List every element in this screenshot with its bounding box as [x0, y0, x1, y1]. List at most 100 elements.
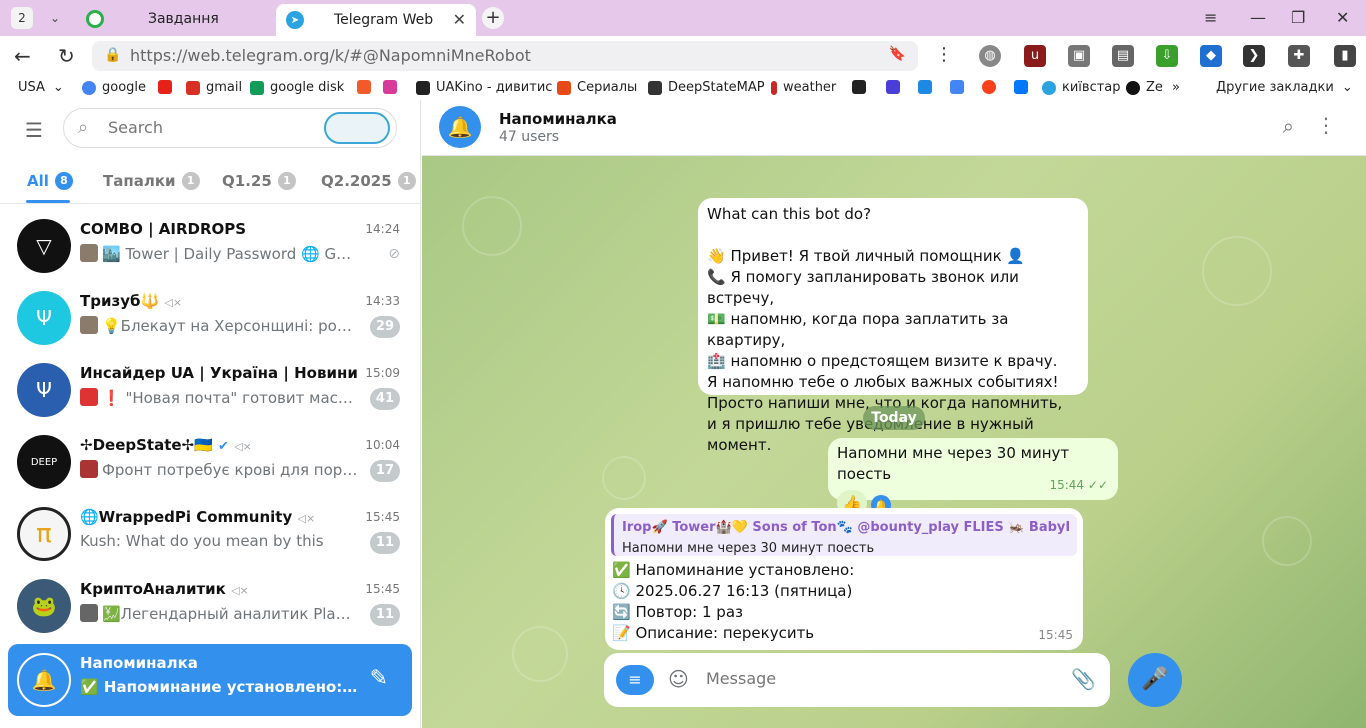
background-doodle	[1262, 516, 1312, 566]
chat-item-tryzub[interactable]: Ψ Тризуб🔱 ◁× 14:33 💡Блекаут на Херсонщин…	[8, 282, 412, 354]
bookmark-icon[interactable]: 🔖	[889, 46, 906, 62]
bell-avatar-icon[interactable]: 🔔	[439, 106, 481, 148]
tab-count-button[interactable]: 2	[11, 7, 33, 29]
url-text[interactable]: https://web.telegram.org/k/#@NapomniMneR…	[130, 46, 531, 65]
close-tab-icon[interactable]: ✕	[453, 10, 466, 29]
chat-item-combo[interactable]: ▽ COMBO | AIRDROPS 14:24 🏙️ Tower | Dail…	[8, 210, 412, 282]
deepstate-avatar-icon: DEEP	[17, 435, 71, 489]
chat-time: 14:33	[365, 294, 400, 308]
ublock-extension-icon[interactable]: u	[1024, 45, 1046, 67]
chat-header-title[interactable]: Напоминалка	[499, 110, 617, 128]
microphone-button[interactable]: 🎤	[1128, 653, 1182, 707]
chat-preview: Фронт потребує крові для порят…	[80, 460, 360, 479]
folder-label: Q1.25	[222, 172, 272, 190]
outgoing-message[interactable]: Напомни мне через 30 минут поесть 👍 🔔 15:…	[828, 438, 1118, 516]
chat-list-sidebar: ☰ ⌕ All 8 Тапалки 1 Q1.25 1 Q2.2025 1 ▽ COMB…	[0, 100, 421, 728]
bookmark-gmail[interactable]: gmail	[186, 80, 242, 95]
bookmark-youtube[interactable]	[158, 80, 178, 94]
message-input[interactable]	[706, 669, 1046, 688]
bookmark-vk[interactable]	[1014, 80, 1034, 94]
puzzle-extension-icon[interactable]: ✚	[1288, 45, 1310, 67]
chat-area: What can this bot do? 👋 Привет! Я твой л…	[422, 156, 1366, 728]
bookmark-bc[interactable]	[852, 80, 872, 94]
bookmark-kyivstar[interactable]: київстар	[1042, 80, 1121, 95]
bookmark-ze[interactable]: Ze	[1126, 80, 1163, 95]
folder-label: Тапалки	[103, 172, 176, 190]
deepstate-icon	[648, 80, 662, 95]
globe-extension-icon[interactable]: ◍	[979, 45, 1001, 67]
folder-count-badge: 8	[54, 172, 73, 190]
chat-preview-text: 💡Блекаут на Херсонщині: росія…	[102, 317, 360, 335]
minimize-icon[interactable]: —	[1250, 8, 1266, 27]
bookmark-p[interactable]	[918, 80, 938, 94]
pencil-icon[interactable]: ✎	[370, 666, 388, 691]
chat-item-insider[interactable]: Ψ Инсайдер UA | Україна | Новини ◁× 15:0…	[8, 354, 412, 426]
bookmark-serials[interactable]: Сериалы	[557, 80, 637, 95]
bookmark-k[interactable]	[886, 80, 906, 94]
back-arrow-icon[interactable]: ←	[14, 44, 31, 68]
chat-item-napominalka[interactable]: 🔔 Напоминалка ✅ Напоминание установлено:…	[8, 644, 412, 716]
bookmark-translate[interactable]	[950, 80, 970, 94]
bookmark-google-disk[interactable]: google disk	[250, 80, 344, 95]
briefcase-extension-icon[interactable]: ▣	[1068, 45, 1090, 67]
chat-header-subtitle: 47 users	[499, 129, 560, 145]
ukraine-crest-avatar-icon: Ψ	[17, 363, 71, 417]
menu-icon[interactable]: ☰	[25, 118, 43, 142]
download-extension-icon[interactable]: ⇩	[1156, 45, 1178, 67]
chat-title: Напоминалка	[80, 654, 198, 672]
bookmark-usa[interactable]: USA ⌄	[18, 80, 64, 95]
reload-icon[interactable]: ↻	[58, 44, 75, 68]
chat-preview-text: 💹Легендарный аналитик PlanB…	[102, 605, 360, 623]
tab-telegram[interactable]: ➤ Telegram Web ✕	[276, 4, 476, 36]
folder-tab-tapalki[interactable]: Тапалки 1	[103, 172, 200, 190]
lock-icon: 🔒	[104, 47, 122, 63]
p-icon	[918, 80, 932, 94]
tool-extension-icon[interactable]: ▤	[1112, 45, 1134, 67]
emoji-icon[interactable]: ☺	[668, 667, 689, 691]
bookmark-other[interactable]: Другие закладки ⌄	[1216, 80, 1353, 95]
chat-item-deepstate[interactable]: DEEP ✢DeepState✢🇺🇦 ✔ ◁× 10:04 Фронт потр…	[8, 426, 412, 498]
restore-icon[interactable]: ❐	[1291, 8, 1305, 27]
bookmark-uakino[interactable]: UAKino - дивитис	[416, 80, 552, 95]
url-bar[interactable]: 🔒 https://web.telegram.org/k/#@NapomniMn…	[92, 41, 918, 71]
more-vertical-icon[interactable]: ⋮	[1316, 113, 1336, 137]
more-vertical-icon[interactable]: ⋮	[935, 44, 953, 65]
chat-time: 14:24	[365, 222, 400, 236]
reply-preview[interactable]: Irop🚀 Tower🏰💛 Sons of Ton🐾 @bounty_play …	[611, 514, 1077, 556]
folder-tabs: All 8 Тапалки 1 Q1.25 1 Q2.2025 1	[0, 160, 420, 204]
search-box[interactable]: ⌕	[63, 108, 397, 148]
chat-item-wrappedpi[interactable]: π 🌐WrappedPi Community ◁× 15:45 Kush: Wh…	[8, 498, 412, 570]
new-tab-button[interactable]: +	[482, 7, 504, 29]
chevron-down-icon: ⌄	[1341, 80, 1353, 95]
folder-tab-q1[interactable]: Q1.25 1	[222, 172, 296, 190]
diamond-extension-icon[interactable]: ◆	[1200, 45, 1222, 67]
arrow-extension-icon[interactable]: ❯	[1243, 45, 1265, 67]
chat-item-cryptoanalytic[interactable]: 🐸 КриптоАналитик ◁× 15:45 💹Легендарный а…	[8, 570, 412, 642]
intro-line: 🏥 напомню о предстоящем визите к врачу.	[707, 352, 1058, 370]
background-doodle	[512, 626, 568, 682]
unread-badge: 11	[369, 532, 400, 554]
close-window-icon[interactable]: ✕	[1336, 8, 1349, 27]
hamburger-menu-icon[interactable]: ≡	[1204, 8, 1217, 27]
bookmark-yandex[interactable]	[982, 80, 1002, 94]
bot-menu-button[interactable]: ≡	[616, 665, 654, 695]
chat-preview-text: ❗ "Новая почта" готовит масшт…	[102, 389, 360, 407]
bookmark-weather[interactable]: weather	[771, 80, 836, 95]
bookmark-flower[interactable]	[383, 80, 403, 94]
folder-tab-q2[interactable]: Q2.2025 1	[321, 172, 416, 190]
incoming-message[interactable]: Irop🚀 Tower🏰💛 Sons of Ton🐾 @bounty_play …	[605, 508, 1083, 650]
search-input[interactable]	[108, 118, 308, 137]
paperclip-icon[interactable]: 📎	[1071, 667, 1096, 691]
folder-tab-all[interactable]: All 8	[27, 172, 73, 190]
bookmark-google[interactable]: google	[82, 80, 146, 95]
tab-tasks[interactable]: Завдання	[80, 4, 270, 34]
yandex-icon	[982, 80, 996, 94]
flower-icon	[383, 80, 397, 94]
sidebar-extension-icon[interactable]: ▮	[1334, 45, 1356, 67]
bookmark-deepstatemap[interactable]: DeepStateMAP	[648, 80, 765, 95]
bookmark-f[interactable]	[357, 80, 377, 94]
search-icon[interactable]: ⌕	[1283, 114, 1294, 138]
tab-list-chevron-icon[interactable]: ⌄	[43, 7, 67, 29]
bookmarks-overflow-icon[interactable]: »	[1172, 80, 1180, 95]
chat-preview: ✅ Напоминание установлено: 🕓 2025	[80, 678, 360, 696]
